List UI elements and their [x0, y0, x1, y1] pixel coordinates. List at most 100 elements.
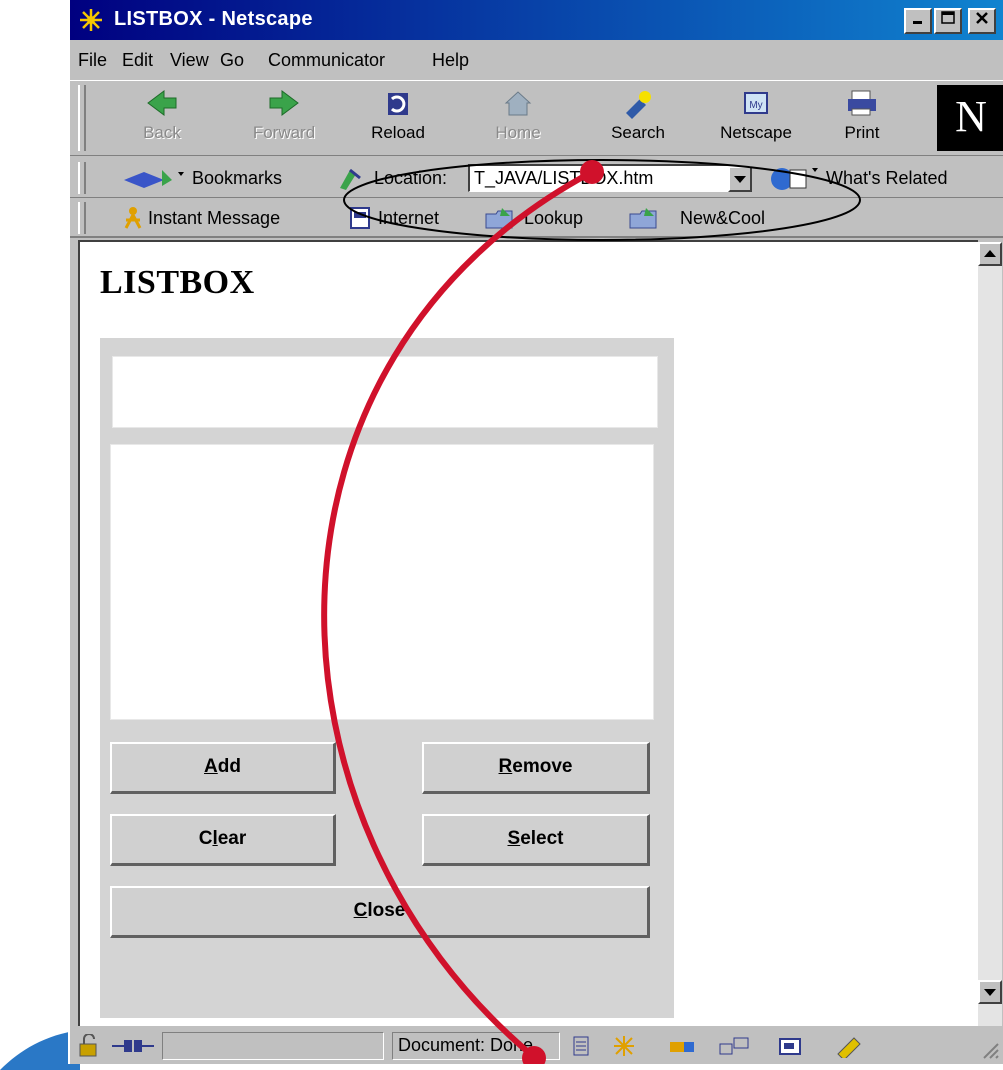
status-text: Document: Done — [398, 1035, 534, 1055]
netscape-label: Netscape — [720, 123, 792, 142]
location-toolbar-grip[interactable] — [78, 162, 86, 194]
minimize-icon — [913, 21, 922, 24]
bookmarks-icon — [124, 170, 184, 188]
menu-edit[interactable]: Edit — [122, 50, 153, 71]
menu-go[interactable]: Go — [220, 50, 244, 71]
search-label: Search — [611, 123, 665, 142]
component-bar-icon[interactable] — [570, 1034, 594, 1058]
close-mnemonic: C — [353, 900, 368, 921]
mail-icon[interactable] — [666, 1034, 700, 1058]
back-arrow-icon — [147, 90, 177, 116]
location-dropdown-button[interactable] — [728, 166, 752, 192]
location-url-input[interactable]: T_JAVA/LISTBOX.htm — [468, 164, 728, 192]
internet-page-icon — [350, 207, 370, 229]
page-content: LISTBOX Add Remove Clear Select Close — [78, 240, 978, 1026]
navigation-toolbar: Back Forward Reload Home Search My Netsc… — [70, 80, 1003, 156]
location-label: Location: — [374, 168, 448, 188]
select-label-rest: elect — [520, 828, 564, 849]
add-mnemonic: A — [204, 756, 218, 777]
svg-text:My: My — [749, 100, 762, 111]
lookup-folder-icon — [485, 208, 513, 229]
scroll-down-button[interactable] — [978, 980, 1002, 1004]
clear-label-start: C — [198, 828, 213, 849]
maximize-icon — [941, 11, 955, 24]
close-window-button[interactable] — [968, 8, 996, 34]
home-button[interactable]: Home — [478, 83, 558, 153]
back-button[interactable]: Back — [122, 83, 202, 153]
back-label: Back — [143, 123, 181, 142]
close-button[interactable]: Close — [110, 886, 650, 938]
search-button[interactable]: Search — [598, 83, 678, 153]
new-cool-folder-icon — [629, 208, 657, 229]
menu-communicator[interactable]: Communicator — [268, 50, 385, 71]
resize-grip-icon[interactable] — [978, 1038, 1002, 1062]
discussion-groups-icon[interactable] — [716, 1034, 752, 1058]
my-netscape-icon: My — [744, 92, 768, 114]
menu-file[interactable]: File — [78, 50, 107, 71]
title-bar[interactable]: LISTBOX - Netscape — [70, 0, 1003, 40]
select-button[interactable]: Select — [422, 814, 650, 866]
internet-link[interactable]: Internet — [378, 208, 439, 229]
vertical-scrollbar[interactable] — [978, 242, 1002, 1026]
print-label: Print — [844, 123, 880, 142]
status-progress-cell — [162, 1032, 384, 1060]
item-text-field[interactable] — [112, 356, 658, 428]
new-cool-link[interactable]: New&Cool — [680, 208, 765, 229]
reload-label: Reload — [371, 123, 425, 142]
window-title: LISTBOX - Netscape — [114, 8, 313, 30]
reload-icon — [388, 93, 408, 115]
browser-window: LISTBOX - Netscape File Edit View Go Com… — [68, 0, 1003, 1064]
instant-message-link[interactable]: Instant Message — [148, 208, 280, 229]
add-label-rest: dd — [217, 756, 241, 777]
item-listbox[interactable] — [110, 444, 654, 720]
forward-arrow-icon — [269, 90, 299, 116]
home-icon — [504, 91, 532, 116]
close-icon — [976, 12, 988, 24]
instant-message-icon — [124, 207, 142, 229]
maximize-button[interactable] — [934, 8, 962, 34]
menu-bar: File Edit View Go Communicator Help — [70, 42, 1003, 78]
personal-toolbar: Instant Message Internet Lookup New&Cool — [70, 198, 1003, 238]
online-plug-icon[interactable] — [110, 1036, 156, 1056]
clear-label-rest: ear — [217, 828, 247, 849]
clear-button[interactable]: Clear — [110, 814, 336, 866]
select-mnemonic: S — [507, 828, 521, 849]
whats-related-icon — [771, 168, 818, 190]
scroll-up-button[interactable] — [978, 242, 1002, 266]
close-label-rest: lose — [367, 900, 406, 921]
bookmarks-button[interactable]: Bookmarks — [192, 168, 282, 189]
whats-related-button[interactable]: What's Related — [826, 168, 948, 189]
forward-label: Forward — [252, 123, 316, 142]
lookup-link[interactable]: Lookup — [524, 208, 583, 229]
security-lock-icon[interactable] — [76, 1034, 102, 1058]
status-bar: Document: Done — [70, 1028, 1003, 1064]
personal-toolbar-grip[interactable] — [78, 202, 86, 234]
add-button[interactable]: Add — [110, 742, 336, 794]
netscape-app-icon — [80, 9, 102, 31]
listbox-applet-panel: Add Remove Clear Select Close — [100, 338, 674, 1018]
search-flashlight-icon — [626, 91, 651, 119]
printer-icon — [848, 90, 876, 116]
home-label: Home — [495, 123, 541, 142]
netscape-logo[interactable]: N — [937, 85, 1003, 151]
menu-help[interactable]: Help — [432, 50, 469, 71]
toolbar-grip[interactable] — [78, 85, 86, 151]
arrow-up-icon — [984, 250, 996, 257]
page-heading: LISTBOX — [100, 264, 255, 301]
arrow-down-icon — [984, 989, 996, 996]
my-netscape-button[interactable]: My Netscape — [716, 83, 796, 153]
menu-view[interactable]: View — [170, 50, 209, 71]
remove-label-rest: emove — [512, 756, 573, 777]
location-toolbar: Bookmarks Location: T_JAVA/LISTBOX.htm W… — [70, 158, 1003, 198]
forward-button[interactable]: Forward — [244, 83, 324, 153]
location-bookmark-icon — [340, 168, 361, 190]
print-button[interactable]: Print — [822, 83, 902, 153]
composer-icon[interactable] — [776, 1034, 806, 1058]
composer-pen-icon[interactable] — [832, 1034, 866, 1058]
navigator-icon[interactable] — [610, 1034, 638, 1058]
reload-button[interactable]: Reload — [358, 83, 438, 153]
remove-button[interactable]: Remove — [422, 742, 650, 794]
chevron-down-icon — [734, 176, 746, 183]
remove-mnemonic: R — [498, 756, 513, 777]
minimize-button[interactable] — [904, 8, 932, 34]
